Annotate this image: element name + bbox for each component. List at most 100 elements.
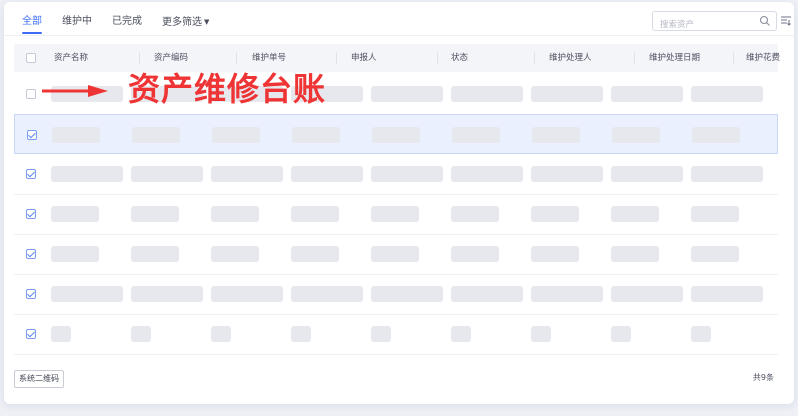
cell-placeholder [451,326,471,342]
cell-placeholder [371,326,391,342]
cell-placeholder [51,166,123,182]
cell-placeholder [372,127,420,143]
column-divider [336,52,337,64]
right-arrow-icon [42,85,108,97]
row-checkbox[interactable] [26,249,36,259]
cell-placeholder [451,206,499,222]
table-row[interactable] [14,274,778,315]
search-input[interactable] [658,16,758,34]
toolbar-divider [4,35,794,36]
row-checkbox[interactable] [26,89,36,99]
row-checkbox[interactable] [27,130,37,140]
table-row[interactable] [14,234,778,275]
cell-placeholder [612,127,660,143]
cell-placeholder [692,127,740,143]
cell-placeholder [371,286,443,302]
col-reporter: 申报人 [351,53,377,63]
cell-placeholder [131,286,203,302]
system-qrcode-button[interactable]: 系统二维码 [14,370,64,388]
column-divider [437,52,438,64]
cell-placeholder [211,326,231,342]
cell-placeholder [211,286,283,302]
search-box [652,11,777,34]
tab-in-maintenance[interactable]: 维护中 [62,14,92,36]
cell-placeholder [611,166,683,182]
cell-placeholder [291,206,339,222]
asset-maintenance-panel: 全部 维护中 已完成 更多筛选▼ 资产名称 资产编码 维护单号 申报人 状态 维… [4,2,794,404]
annotation-title: 资产维修台账 [128,70,327,108]
cell-placeholder [132,127,180,143]
total-count: 共9条 [752,373,774,382]
caret-down-icon: ▼ [204,18,210,26]
tab-all[interactable]: 全部 [22,14,42,36]
tab-more-filters[interactable]: 更多筛选 ▼ [162,14,209,36]
col-status: 状态 [451,53,469,63]
cell-placeholder [691,326,711,342]
row-checkbox[interactable] [26,209,36,219]
cell-placeholder [611,86,683,102]
cell-placeholder [531,286,603,302]
cell-placeholder [691,246,739,262]
cell-placeholder [611,286,683,302]
search-icon[interactable] [759,15,771,27]
cell-placeholder [531,86,603,102]
table-row[interactable] [14,194,778,235]
row-checkbox[interactable] [26,329,36,339]
cell-placeholder [611,326,631,342]
table-row[interactable] [14,314,778,355]
tab-bar: 全部 维护中 已完成 更多筛选 ▼ [22,14,229,36]
cell-placeholder [531,326,551,342]
cell-placeholder [291,166,363,182]
cell-placeholder [51,246,99,262]
cell-placeholder [371,246,419,262]
col-cost: 维护花费 [746,53,781,63]
cell-placeholder [691,166,763,182]
cell-placeholder [452,127,500,143]
cell-placeholder [211,246,259,262]
col-asset-name: 资产名称 [54,53,89,63]
table-row[interactable] [14,114,778,154]
column-divider [139,52,140,64]
cell-placeholder [292,127,340,143]
cell-placeholder [211,166,283,182]
cell-placeholder [212,127,260,143]
column-divider [236,52,237,64]
cell-placeholder [131,326,151,342]
cell-placeholder [131,206,179,222]
cell-placeholder [211,206,259,222]
cell-placeholder [51,286,123,302]
col-handle-date: 维护处理日期 [649,53,701,63]
cell-placeholder [51,206,99,222]
cell-placeholder [531,246,579,262]
cell-placeholder [532,127,580,143]
cell-placeholder [51,326,71,342]
cell-placeholder [691,86,763,102]
cell-placeholder [371,86,443,102]
cell-placeholder [451,166,523,182]
cell-placeholder [451,246,499,262]
cell-placeholder [691,206,739,222]
cell-placeholder [531,206,579,222]
cell-placeholder [451,286,523,302]
col-handler: 维护处理人 [549,53,592,63]
tab-completed[interactable]: 已完成 [112,14,142,36]
cell-placeholder [52,127,100,143]
cell-placeholder [611,246,659,262]
cell-placeholder [131,166,203,182]
column-divider [733,52,734,64]
column-settings-icon[interactable] [780,14,792,26]
cell-placeholder [371,206,419,222]
row-checkbox[interactable] [26,169,36,179]
cell-placeholder [291,286,363,302]
select-all-checkbox[interactable] [26,53,36,63]
column-divider [634,52,635,64]
cell-placeholder [451,86,523,102]
table-row[interactable] [14,154,778,195]
cell-placeholder [131,246,179,262]
cell-placeholder [531,166,603,182]
row-checkbox[interactable] [26,289,36,299]
cell-placeholder [291,246,339,262]
cell-placeholder [691,286,763,302]
cell-placeholder [291,326,311,342]
cell-placeholder [371,166,443,182]
